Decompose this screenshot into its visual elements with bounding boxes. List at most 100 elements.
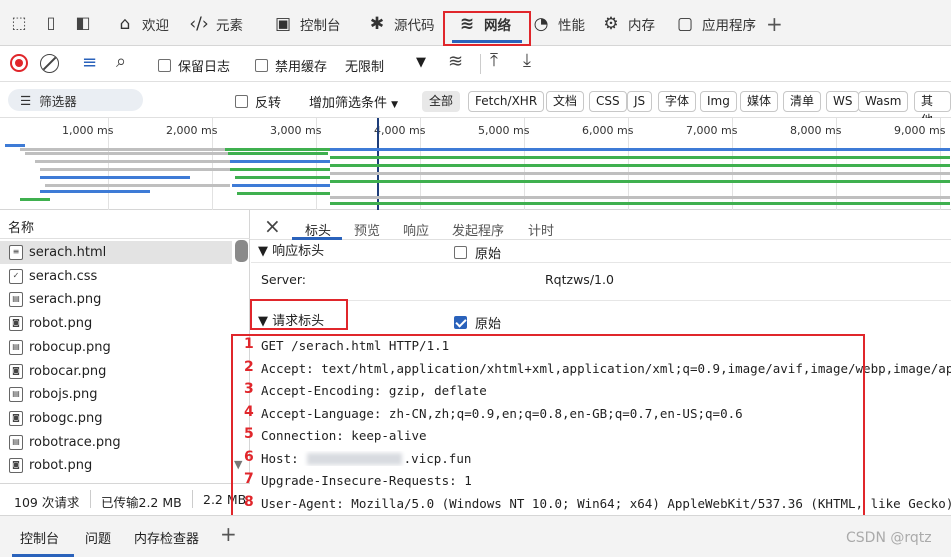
filter-type-7[interactable]: 媒体 [740,91,779,112]
throttling-select[interactable]: 无限制 [345,56,384,75]
timeline-tick-label: 4,000 ms [374,124,426,137]
table-row[interactable]: ◙ robogc.png [0,407,232,430]
import-har-icon[interactable]: ⤒ [490,50,498,71]
filter-input[interactable]: ☰ 筛选器 [8,89,143,111]
export-har-icon[interactable]: ⤓ [523,50,531,71]
header-key: Server: [261,272,306,287]
file-icon: ◙ [9,363,23,379]
file-name: serach.css [29,268,98,284]
waterfall-bar [225,148,330,151]
file-icon: ◙ [9,410,23,426]
tab-memory[interactable]: ⚙ 内存 [600,8,655,40]
response-raw-toggle[interactable]: 原始 [454,243,501,262]
waterfall-bar [40,176,190,179]
tab-sources[interactable]: ✱ 源代码 [366,8,435,40]
filter-type-11[interactable]: 其他 [914,91,951,127]
tab-welcome[interactable]: ⌂ 欢迎 [114,8,169,40]
tab-detail-3[interactable]: 发起程序 [452,220,504,239]
request-headers-highlight [250,299,348,330]
transferred-size: 已传输2.2 MB [101,495,182,510]
divider [480,54,481,74]
table-row[interactable]: ◙ robot.png [0,312,232,335]
table-row[interactable]: ▤ serach.png [0,288,232,311]
drawer-tab-memory-inspector[interactable]: 内存检查器 [134,528,199,547]
timeline-tick-label: 7,000 ms [686,124,738,137]
filter-type-8[interactable]: 清单 [783,91,822,112]
dock-icon[interactable]: ◧ [72,12,94,34]
name-column-header[interactable]: 名称 [8,217,34,236]
filter-type-10[interactable]: Wasm [858,91,909,112]
network-conditions-icon[interactable]: ≋ [448,51,463,72]
raw-checkbox[interactable] [454,316,467,329]
filter-type-0[interactable]: 全部 [422,91,461,112]
code-icon: ‹/› [189,14,209,34]
filter-type-4[interactable]: JS [627,91,653,112]
disable-cache-toggle[interactable]: 禁用缓存 [255,56,327,75]
search-icon[interactable]: ⌕ [116,51,126,72]
tab-console[interactable]: ▣ 控制台 [272,8,341,40]
drawer-tab-issues[interactable]: 问题 [85,528,111,547]
table-row[interactable]: ≡ serach.html [0,241,232,264]
disable-cache-checkbox[interactable] [255,59,268,72]
tab-elements[interactable]: ‹/› 元素 [188,8,243,40]
file-name: robojs.png [29,387,98,403]
file-icon: ◙ [9,316,23,332]
table-row[interactable]: ▤ robotrace.png [0,431,232,454]
device-emulation-icon[interactable]: ▯ [40,12,62,34]
clear-button[interactable] [40,54,59,73]
table-row[interactable]: ▤ robojs.png [0,383,232,406]
divider [192,490,193,508]
timeline-tick-label: 6,000 ms [582,124,634,137]
table-row[interactable]: ◙ robot.png [0,454,232,477]
record-button[interactable] [10,54,28,72]
watermark: CSDN @rqtz [846,530,932,546]
inspect-icon[interactable]: ⬚ [8,12,30,34]
waterfall-bar [20,148,225,151]
invert-checkbox[interactable] [235,95,248,108]
tab-performance[interactable]: ◔ 性能 [530,8,585,40]
table-row[interactable]: ▤ robocup.png [0,336,232,359]
more-filters-dropdown[interactable]: 增加筛选条件 ▼ [309,92,398,111]
waterfall-bar [235,176,330,179]
waterfall-bar [232,184,330,187]
divider [90,490,91,508]
drawer-tab-console[interactable]: 控制台 [20,528,59,547]
divider [251,262,951,263]
add-drawer-tab-button[interactable]: + [220,522,237,546]
response-headers-section[interactable]: ▼ 响应标头 [258,240,324,259]
close-icon[interactable]: × [264,214,281,238]
filter-type-6[interactable]: Img [700,91,737,112]
file-name: robotrace.png [29,434,121,450]
chevron-down-icon: ▼ [391,100,399,110]
table-row[interactable]: ◙ robocar.png [0,360,232,383]
drawer-tab-bar: 控制台 问题 内存检查器 + CSDN @rqtz [0,515,951,557]
request-raw-toggle[interactable]: 原始 [454,313,501,332]
waterfall-bar [230,160,330,163]
chevron-down-icon[interactable]: ▼ [416,55,426,70]
tab-detail-2[interactable]: 响应 [403,220,429,239]
filter-type-3[interactable]: CSS [589,91,627,112]
raw-checkbox[interactable] [454,246,467,259]
filter-type-2[interactable]: 文档 [546,91,585,112]
table-row[interactable]: ✓ serach.css [0,265,232,288]
scrollbar-thumb[interactable] [235,240,248,262]
request-list: 名称 ≡ serach.html ✓ serach.css ▤ serach.png ◙ ro… [0,210,250,515]
timeline-tick-label: 2,000 ms [166,124,218,137]
filter-type-9[interactable]: WS [826,91,860,112]
preserve-log-checkbox[interactable] [158,59,171,72]
preserve-log-toggle[interactable]: 保留日志 [158,56,230,75]
filter-type-1[interactable]: Fetch/XHR [468,91,545,112]
file-name: serach.html [29,245,107,260]
file-icon: ✓ [9,268,23,284]
waterfall-bar [25,152,230,155]
tab-detail-1[interactable]: 预览 [354,220,380,239]
tab-application[interactable]: ▢ 应用程序 [674,8,756,40]
filter-type-5[interactable]: 字体 [658,91,697,112]
network-tab-highlight [443,11,531,46]
invert-toggle[interactable]: 反转 [235,92,281,111]
add-tab-button[interactable]: + [766,8,783,40]
divider [0,238,250,239]
record-dot-icon [15,59,23,67]
tab-detail-4[interactable]: 计时 [528,220,554,239]
filter-toggle-icon[interactable]: ≡ [82,52,97,73]
